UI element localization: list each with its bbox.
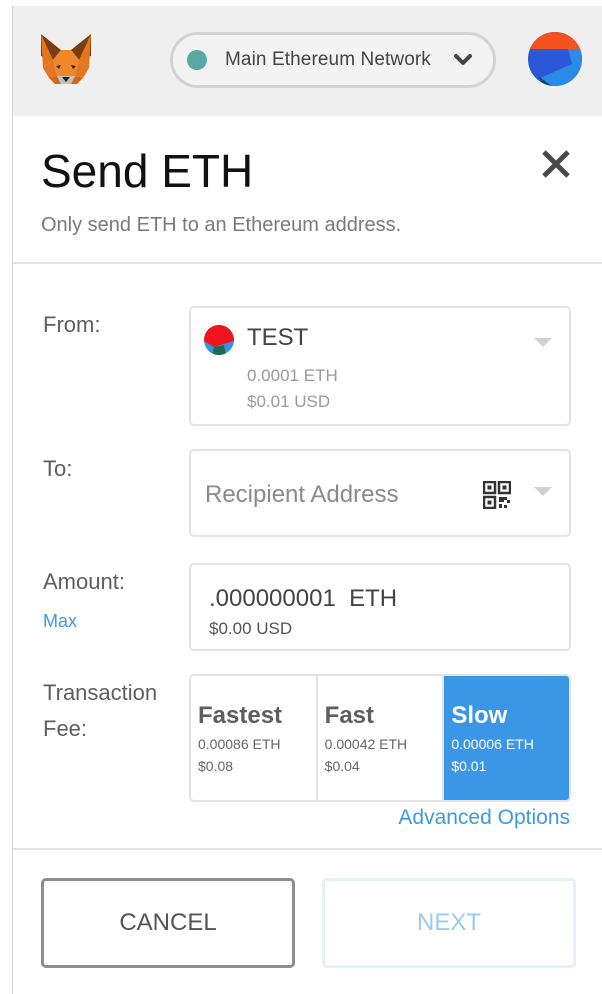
amount-label: Amount: bbox=[43, 569, 125, 594]
metamask-fox-logo[interactable] bbox=[37, 32, 95, 88]
fee-label-line1: Transaction bbox=[43, 680, 158, 705]
fee-label-line2: Fee: bbox=[43, 716, 88, 741]
send-screen: Main Ethereum Network Send ETH Only send… bbox=[12, 6, 602, 994]
amount-usd-value: $0.00 USD bbox=[209, 619, 293, 638]
fee-option-usd: $0.04 bbox=[324, 758, 360, 774]
account-identicon bbox=[204, 325, 234, 355]
amount-value: .000000001 ETH bbox=[209, 585, 398, 612]
page-title: Send ETH bbox=[41, 145, 254, 197]
chevron-down-icon bbox=[454, 54, 472, 65]
account-avatar[interactable] bbox=[528, 32, 582, 86]
amount-input[interactable]: .000000001 ETH $0.00 USD bbox=[189, 563, 571, 651]
network-status-dot bbox=[187, 50, 207, 70]
fee-option-fastest[interactable]: Fastest 0.00086 ETH $0.08 bbox=[191, 676, 318, 800]
recipient-field-container bbox=[189, 449, 571, 537]
page-header: Send ETH Only send ETH to an Ethereum ad… bbox=[13, 116, 602, 264]
close-icon[interactable] bbox=[540, 148, 572, 180]
fee-option-name: Fastest bbox=[198, 702, 283, 729]
fee-option-eth: 0.00006 ETH bbox=[451, 736, 534, 752]
caret-down-icon[interactable] bbox=[534, 487, 552, 496]
account-balance-usd: $0.01 USD bbox=[247, 392, 331, 411]
fee-option-name: Fast bbox=[324, 702, 375, 729]
recipient-address-input[interactable] bbox=[205, 475, 465, 515]
fee-option-usd: $0.01 bbox=[451, 758, 487, 774]
fee-option-name: Slow bbox=[451, 702, 508, 729]
caret-down-icon bbox=[534, 338, 552, 347]
footer-actions: CANCEL NEXT bbox=[13, 848, 602, 994]
fee-option-eth: 0.00086 ETH bbox=[198, 736, 281, 752]
max-amount-link[interactable]: Max bbox=[43, 604, 77, 638]
fee-option-eth: 0.00042 ETH bbox=[324, 736, 408, 752]
to-label: To: bbox=[43, 456, 73, 481]
fee-options: Fastest 0.00086 ETH $0.08 Fast 0.00042 E… bbox=[189, 674, 571, 802]
network-selector[interactable]: Main Ethereum Network bbox=[170, 32, 496, 88]
fee-option-usd: $0.08 bbox=[198, 758, 234, 774]
account-name: TEST bbox=[247, 324, 309, 351]
page-subtitle: Only send ETH to an Ethereum address. bbox=[41, 214, 402, 236]
from-account-selector[interactable]: TEST 0.0001 ETH $0.01 USD bbox=[189, 306, 571, 426]
app-header: Main Ethereum Network bbox=[13, 6, 602, 116]
fee-option-slow[interactable]: Slow 0.00006 ETH $0.01 bbox=[444, 676, 569, 800]
from-label: From: bbox=[43, 312, 101, 337]
account-balance-eth: 0.0001 ETH bbox=[247, 366, 338, 385]
cancel-button[interactable]: CANCEL bbox=[41, 878, 295, 968]
network-label: Main Ethereum Network bbox=[225, 49, 431, 70]
next-button[interactable]: NEXT bbox=[322, 878, 576, 968]
fee-option-fast[interactable]: Fast 0.00042 ETH $0.04 bbox=[318, 676, 445, 800]
advanced-options-link[interactable]: Advanced Options bbox=[398, 806, 570, 830]
qr-code-icon[interactable] bbox=[483, 481, 511, 509]
